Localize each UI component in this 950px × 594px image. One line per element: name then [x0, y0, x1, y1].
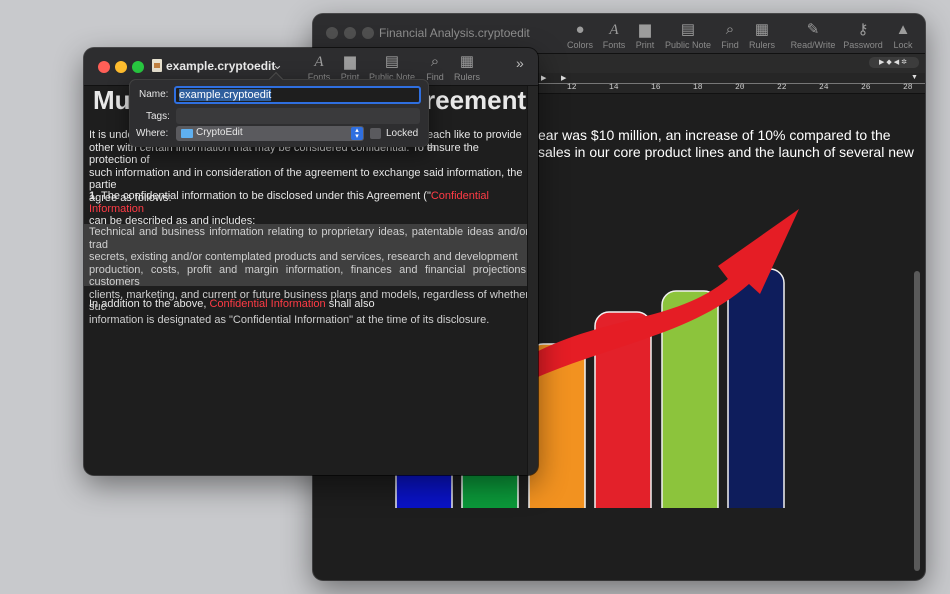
chevron-down-icon[interactable]: ⌄ [272, 57, 283, 73]
name-label: Name: [139, 89, 169, 100]
locked-label: Locked [386, 128, 419, 139]
ruler-tick: 18 [693, 83, 703, 92]
locked-checkbox[interactable] [370, 128, 381, 139]
paragraph-2: 1. The confidential information to be di… [89, 190, 489, 227]
ruler-tick: 16 [651, 83, 661, 92]
folder-icon [181, 129, 193, 138]
ruler-tick: 28 [903, 83, 913, 92]
paragraph-highlight-text: Technical and business information relat… [89, 226, 527, 326]
document-icon [152, 59, 162, 72]
name-field[interactable]: example.cryptoedit [174, 86, 421, 104]
ruler-tick: 24 [819, 83, 829, 92]
minimize-button[interactable] [115, 61, 127, 73]
scrollbar-thumb[interactable] [914, 271, 920, 571]
rename-popover: Name: example.cryptoedit Tags: Where: Cr… [130, 71, 428, 146]
body-line: sales in our core product lines and the … [538, 144, 914, 160]
vertical-scrollbar[interactable] [527, 86, 538, 475]
read-write-button[interactable]: ✎ Read/Write [787, 20, 839, 50]
window-title: Financial Analysis.cryptoedit [379, 26, 530, 40]
tab-stop-marker[interactable]: ▶ [561, 74, 566, 82]
ruler-tick: 26 [861, 83, 871, 92]
name-field-selection: example.cryptoedit [179, 89, 272, 101]
tags-label: Tags: [146, 111, 170, 122]
heading-right: reement [425, 86, 527, 115]
ruler-tick: 14 [609, 83, 619, 92]
lock-button[interactable]: ▲ Lock [877, 20, 925, 50]
ruler-tick: 20 [735, 83, 745, 92]
close-button[interactable] [326, 27, 338, 39]
zoom-button[interactable] [362, 27, 374, 39]
image-bottom-edge [373, 508, 823, 514]
lock-icon: ▲ [895, 21, 911, 38]
where-value: CryptoEdit [196, 127, 243, 138]
ruler-controls[interactable]: ▶◆◀✲ [869, 57, 919, 68]
rulers-button[interactable]: ▦ Rulers [736, 20, 788, 50]
close-button[interactable] [98, 61, 110, 73]
chart-bar [727, 268, 785, 514]
back-document-text[interactable]: ear was $10 million, an increase of 10% … [538, 127, 914, 161]
read-write-icon: ✎ [806, 21, 820, 38]
body-line: ear was $10 million, an increase of 10% … [538, 127, 891, 143]
tab-stop-marker[interactable]: ▶ [541, 74, 546, 82]
window-title[interactable]: example.cryptoedit [166, 59, 275, 73]
rulers-button[interactable]: ▦ Rulers [441, 52, 493, 82]
minimize-button[interactable] [344, 27, 356, 39]
ruler-tick: 12 [567, 83, 577, 92]
where-label: Where: [136, 128, 169, 139]
zoom-button[interactable] [132, 61, 144, 73]
chevron-updown-icon: ▴ ▾ [351, 127, 363, 140]
heading-left: Mu [93, 86, 131, 115]
toolbar-overflow-icon[interactable]: » [516, 55, 524, 71]
paragraph-3: In addition to the above, Confidential I… [89, 298, 375, 310]
ruler-tick: 22 [777, 83, 787, 92]
tags-field[interactable] [176, 108, 420, 124]
right-margin-marker[interactable]: ▼ [911, 74, 918, 81]
confidential-link: Confidential Information [209, 298, 326, 310]
rulers-icon: ▦ [459, 53, 475, 70]
where-select[interactable]: CryptoEdit ▴ ▾ [176, 126, 364, 141]
rulers-icon: ▦ [754, 21, 770, 38]
vertical-scrollbar[interactable] [914, 96, 922, 576]
